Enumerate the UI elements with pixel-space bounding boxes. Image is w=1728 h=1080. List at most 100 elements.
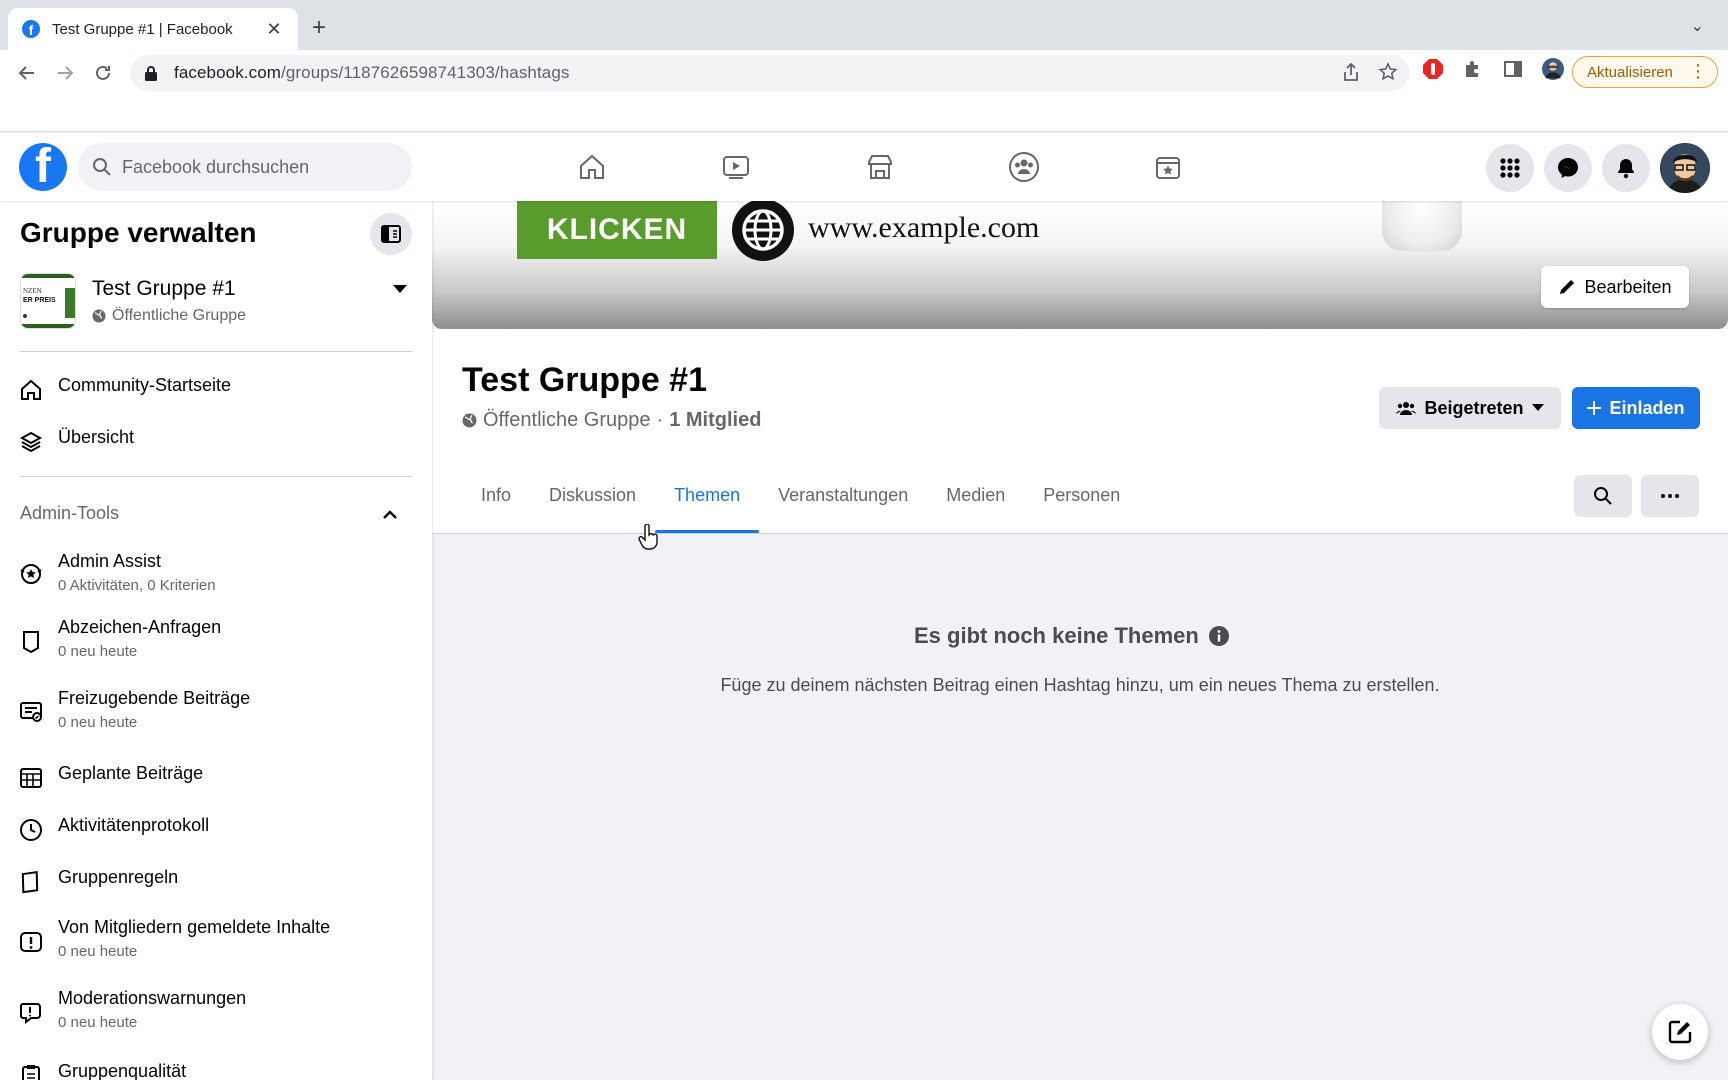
sidebar-item-community-home[interactable]: Community-Startseite [18,375,414,403]
cover-website-text: www.example.com [808,211,1040,244]
sidebar-item-moderation-alerts[interactable]: Moderationswarnungen 0 neu heute [18,988,414,1031]
extensions-area [1422,58,1564,80]
group-search-button[interactable] [1574,475,1632,517]
adblock-extension-icon[interactable] [1422,58,1444,80]
sidebar-item-pending-posts[interactable]: Freizugebende Beiträge 0 neu heute [18,688,414,731]
admin-assist-icon [18,561,44,587]
sidebar-item-sub: 0 neu heute [58,943,138,960]
caret-down-icon [1531,404,1544,411]
close-tab-icon[interactable]: ✕ [264,19,284,40]
nav-groups[interactable] [952,133,1096,201]
tab-info[interactable]: Info [462,457,530,533]
menu-grid-button[interactable] [1486,144,1534,192]
sidebar-item-overview[interactable]: Übersicht [18,427,414,455]
edit-cover-button[interactable]: Bearbeiten [1541,266,1689,308]
sidebar-item-label: Freizugebende Beiträge [58,688,251,708]
browser-content-gap [0,96,1728,132]
nav-home[interactable] [520,133,664,201]
sidebar-item-label: Geplante Beiträge [58,763,204,783]
sidebar-item-activity-log[interactable]: Aktivitätenprotokoll [18,815,414,843]
facebook-favicon-icon: f [22,20,40,38]
back-arrow-icon[interactable] [16,62,38,84]
sidebar-item-admin-assist[interactable]: Admin Assist 0 Aktivitäten, 0 Kriterien [18,551,414,594]
browser-update-button[interactable]: Aktualisieren ⋮ [1572,56,1718,88]
profile-avatar-icon[interactable] [1542,58,1564,80]
manage-group-sidebar: Gruppe verwalten NZEN ER PREIS Test Grup… [0,201,432,1080]
sidebar-toggle-icon [381,225,401,243]
sidebar-item-label: Community-Startseite [58,375,232,395]
group-thumbnail[interactable]: NZEN ER PREIS [20,273,76,329]
clock-icon [18,817,44,843]
edit-cover-label: Bearbeiten [1584,276,1672,297]
members-icon [1396,402,1417,415]
sidebar-divider [20,476,412,477]
sidebar-group-name[interactable]: Test Gruppe #1 [92,277,236,301]
sidebar-item-label: Admin Assist [58,551,162,571]
forward-arrow-icon[interactable] [54,62,76,84]
home-icon [580,154,604,179]
group-more-button[interactable] [1641,475,1699,517]
collapse-sidebar-button[interactable] [370,213,412,255]
group-title[interactable]: Test Gruppe #1 [462,361,707,400]
facebook-header: f [0,133,1728,201]
group-privacy[interactable]: Öffentliche Gruppe [483,409,651,432]
sidebar-item-badge-requests[interactable]: Abzeichen-Anfragen 0 neu heute [18,617,414,660]
report-icon [18,929,44,955]
tab-events[interactable]: Veranstaltungen [759,457,927,533]
nav-gaming[interactable] [1096,133,1240,201]
sidebar-item-member-reports[interactable]: Von Mitgliedern gemeldete Inhalte 0 neu … [18,917,414,960]
joined-button[interactable]: Beigetreten [1379,387,1561,429]
group-switcher-caret-icon[interactable] [392,281,408,299]
calendar-icon [18,765,44,791]
tab-search-chevron-icon[interactable]: ⌄ [1691,16,1704,36]
reload-icon[interactable] [92,62,114,84]
url-text: facebook.com/groups/1187626598741303/has… [174,63,570,82]
nav-marketplace[interactable] [808,133,952,201]
pencil-icon [1560,280,1575,294]
facebook-search-input[interactable] [122,156,382,178]
sidebar-item-scheduled-posts[interactable]: Geplante Beiträge [18,763,414,791]
plus-icon [1587,401,1602,415]
puzzle-extensions-icon[interactable] [1462,58,1484,80]
rules-icon [18,869,44,895]
tab-discussion[interactable]: Diskussion [530,457,655,533]
sidebar-item-label: Abzeichen-Anfragen [58,617,222,637]
share-icon[interactable] [1342,62,1360,87]
tab-people[interactable]: Personen [1024,457,1139,533]
empty-state-title-text: Es gibt noch keine Themen [914,623,1199,648]
layers-icon [18,429,44,455]
notifications-button[interactable] [1602,144,1650,192]
side-panel-icon[interactable] [1502,58,1524,80]
facebook-logo-icon[interactable]: f [19,143,67,191]
update-label: Aktualisieren [1587,63,1673,81]
messenger-button[interactable] [1544,144,1592,192]
sidebar-item-group-quality[interactable]: Gruppenqualität [18,1061,414,1080]
info-icon[interactable] [1208,626,1229,646]
user-avatar-icon [1660,143,1710,193]
admin-tools-heading[interactable]: Admin-Tools [20,503,119,524]
sidebar-item-label: Moderationswarnungen [58,988,247,1008]
sidebar-divider [20,351,412,352]
address-bar[interactable]: facebook.com/groups/1187626598741303/has… [130,55,1410,91]
cover-cup-graphic [1382,201,1462,251]
new-message-button[interactable] [1652,1004,1708,1060]
sidebar-item-sub: 0 Aktivitäten, 0 Kriterien [58,577,216,594]
new-tab-icon[interactable]: + [312,14,326,42]
badge-icon [18,629,44,655]
browser-tab[interactable]: f Test Gruppe #1 | Facebook ✕ [8,8,298,50]
grid-menu-icon [1500,158,1520,178]
sidebar-item-group-rules[interactable]: Gruppenregeln [18,867,414,895]
invite-button[interactable]: Einladen [1572,387,1700,429]
chevron-up-icon[interactable] [382,507,398,525]
user-avatar[interactable] [1660,143,1710,193]
search-icon [93,158,111,176]
facebook-search[interactable] [78,143,412,191]
bookmark-star-icon[interactable] [1378,62,1398,87]
globe-icon [462,413,477,428]
tab-media[interactable]: Medien [927,457,1024,533]
browser-menu-icon[interactable]: ⋮ [1689,61,1707,82]
video-icon [723,156,749,179]
tab-topics[interactable]: Themen [655,457,760,533]
nav-watch[interactable] [664,133,808,201]
group-member-count[interactable]: 1 Mitglied [669,409,761,432]
